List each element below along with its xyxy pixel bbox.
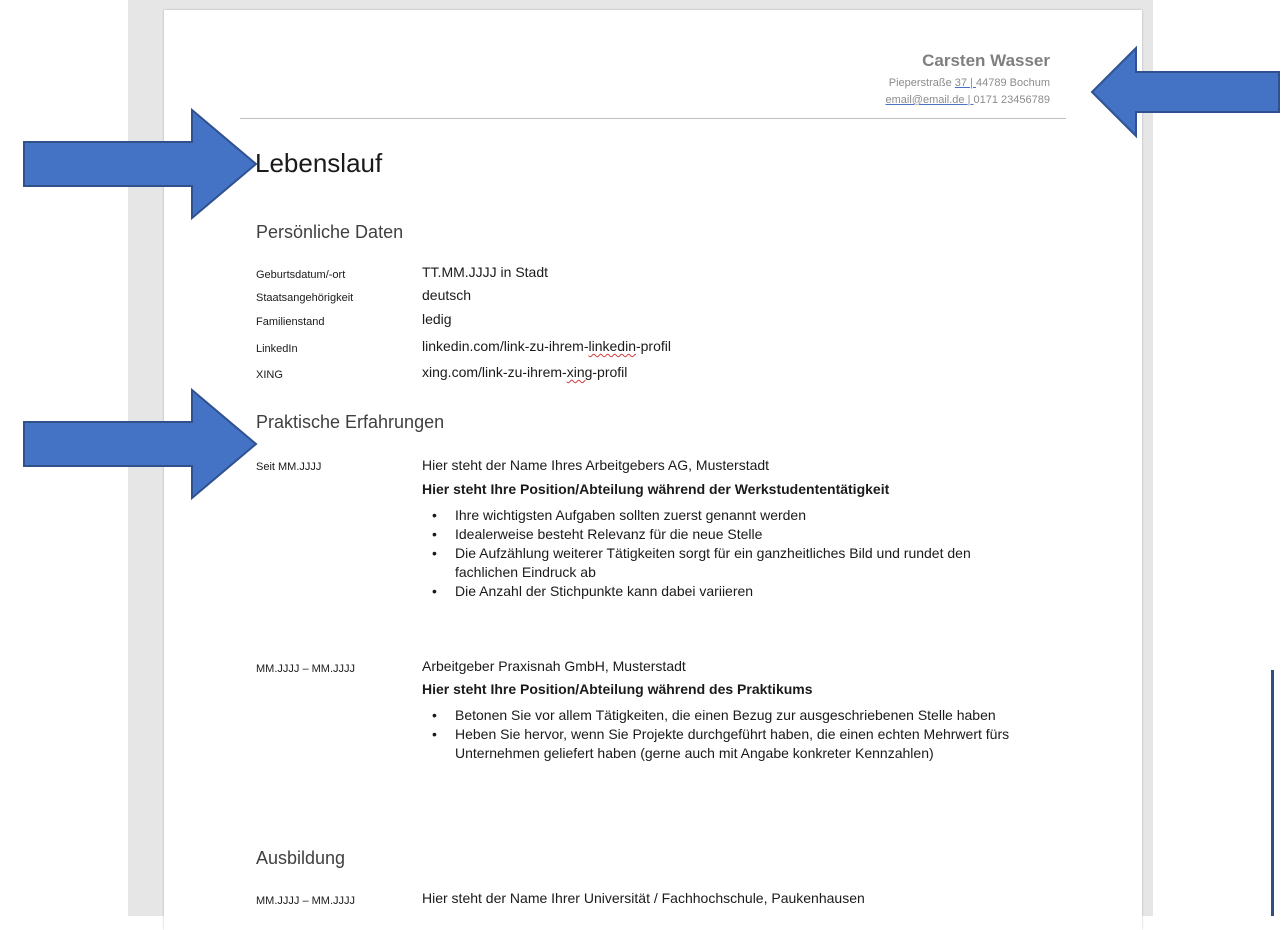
header-city: 44789 Bochum: [976, 77, 1050, 89]
section-heading-education: Ausbildung: [256, 848, 346, 868]
arrow-left-icon: [1090, 46, 1280, 138]
personal-value: ledig: [422, 311, 452, 327]
personal-value: TT.MM.JJJJ in Stadt: [422, 264, 549, 280]
personal-label: Familienstand: [256, 316, 325, 328]
linkedin-text: -profil: [635, 338, 671, 354]
side-panel-edge: [1271, 670, 1274, 916]
arrow-right-icon: [23, 108, 258, 220]
experience-bullet-list: Betonen Sie vor allem Tätigkeiten, die e…: [422, 706, 1062, 763]
linkedin-text: linkedin.com/link-zu-ihrem-: [422, 338, 589, 354]
experience-date: Seit MM.JJJJ: [256, 461, 322, 473]
arrow-right-icon: [23, 388, 258, 500]
experience-position: Hier steht Ihre Position/Abteilung währe…: [422, 481, 890, 497]
list-item: Die Anzahl der Stichpunkte kann dabei va…: [422, 582, 1062, 601]
header-separator: |: [970, 77, 973, 89]
list-item: Betonen Sie vor allem Tätigkeiten, die e…: [422, 706, 1045, 725]
header-street: Pieperstraße: [888, 77, 955, 89]
personal-label: LinkedIn: [256, 343, 298, 355]
experience-position: Hier steht Ihre Position/Abteilung währe…: [422, 681, 813, 697]
document-page[interactable]: Carsten Wasser Pieperstraße 37 | 44789 B…: [164, 10, 1142, 930]
personal-label: Staatsangehörigkeit: [256, 292, 354, 304]
experience-date: MM.JJJJ – MM.JJJJ: [256, 663, 355, 675]
education-date: MM.JJJJ – MM.JJJJ: [256, 895, 355, 907]
personal-value: deutsch: [422, 287, 472, 303]
list-item: Die Aufzählung weiterer Tätigkeiten sorg…: [422, 544, 1015, 582]
header-separator: |: [967, 94, 971, 106]
document-title: Lebenslauf: [255, 148, 383, 178]
experience-employer: Arbeitgeber Praxisnah GmbH, Musterstadt: [422, 658, 686, 674]
xing-text: -profil: [592, 364, 628, 380]
section-heading-experience: Praktische Erfahrungen: [256, 412, 445, 432]
header-name: Carsten Wasser: [922, 51, 1050, 70]
experience-employer: Hier steht der Name Ihres Arbeitgebers A…: [422, 457, 770, 473]
education-institution: Hier steht der Name Ihrer Universität / …: [422, 890, 865, 906]
header-divider: [240, 118, 1066, 119]
xing-text: xing.com/link-zu-ihrem-: [422, 364, 567, 380]
header-address: Pieperstraße 37 | 44789 Bochum: [889, 77, 1050, 89]
header-phone: 0171 23456789: [973, 94, 1050, 106]
section-heading-personal: Persönliche Daten: [256, 222, 404, 242]
linkedin-value: linkedin.com/link-zu-ihrem-linkedin-prof…: [422, 338, 671, 354]
personal-label: XING: [256, 369, 283, 381]
list-item: Heben Sie hervor, wenn Sie Projekte durc…: [422, 725, 1035, 763]
header-contact: email@email.de | 0171 23456789: [886, 94, 1050, 106]
list-item: Ihre wichtigsten Aufgaben sollten zuerst…: [422, 506, 1062, 525]
spellcheck-word: xing: [566, 364, 593, 380]
list-item: Idealerweise besteht Relevanz für die ne…: [422, 525, 1062, 544]
spellcheck-word: linkedin: [588, 338, 636, 354]
experience-bullet-list: Ihre wichtigsten Aufgaben sollten zuerst…: [422, 506, 1062, 601]
xing-value: xing.com/link-zu-ihrem-xing-profil: [422, 364, 627, 380]
header-street-number: 37: [954, 77, 968, 89]
personal-label: Geburtsdatum/-ort: [256, 269, 346, 281]
header-email[interactable]: email@email.de: [886, 94, 965, 106]
